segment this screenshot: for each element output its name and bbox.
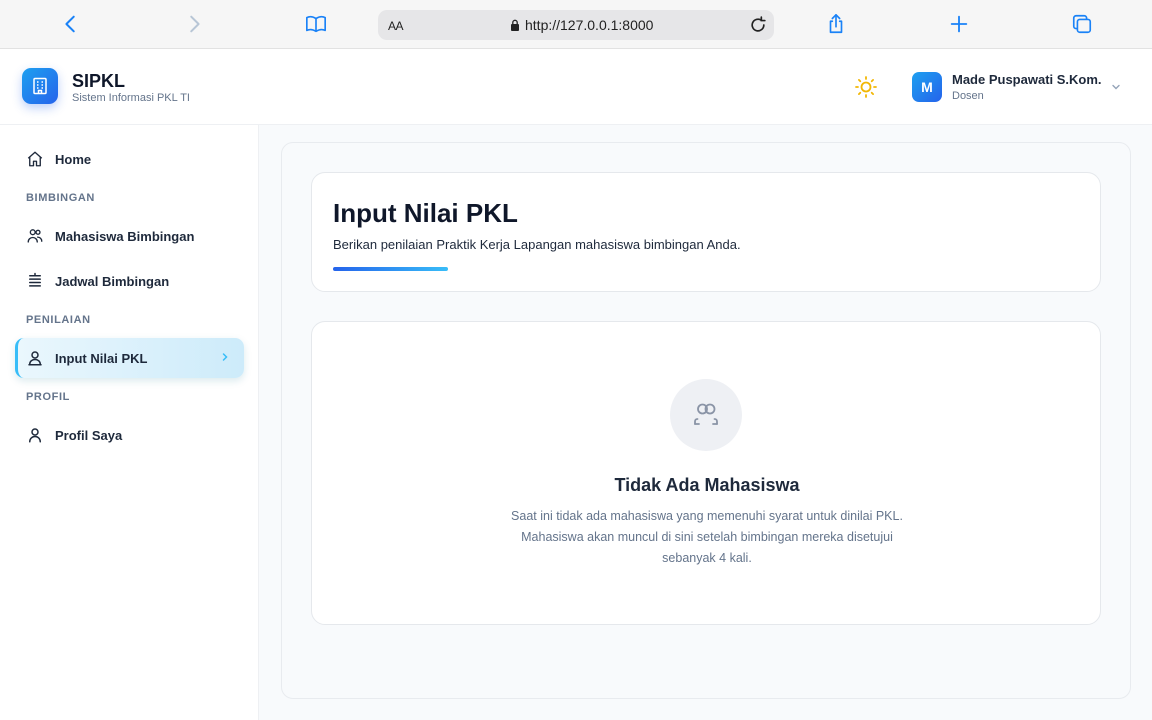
user-avatar[interactable]: M (912, 72, 942, 102)
page-subtitle: Berikan penilaian Praktik Kerja Lapangan… (333, 237, 741, 252)
users-icon (27, 229, 43, 243)
app-header: SIPKL Sistem Informasi PKL TI M Made Pus… (0, 49, 1152, 125)
page-title: Input Nilai PKL (333, 198, 518, 228)
title-card: Input Nilai PKL Berikan penilaian Prakti… (311, 172, 1101, 292)
title-accent-bar (333, 267, 448, 271)
forward-icon[interactable] (182, 12, 206, 36)
user-name[interactable]: Made Puspawati S.Kom. (952, 72, 1102, 87)
empty-state-description: Saat ini tidak ada mahasiswa yang memenu… (511, 509, 903, 565)
sidebar-item-label: Home (55, 151, 92, 167)
reload-icon[interactable] (748, 15, 768, 35)
new-tab-icon[interactable] (947, 12, 971, 36)
reader-aa-button[interactable]: AA (388, 19, 404, 33)
sidebar-item-home[interactable]: Home (15, 139, 244, 179)
section-penilaian: PENILAIAN (26, 314, 91, 326)
sidebar-item-jadwal-bimbingan[interactable]: Jadwal Bimbingan (15, 261, 244, 301)
list-icon (29, 272, 41, 287)
user-icon (29, 428, 41, 443)
back-icon[interactable] (59, 12, 83, 36)
sun-icon[interactable] (854, 75, 878, 99)
sidebar-item-label: Mahasiswa Bimbingan (55, 228, 195, 244)
sidebar-item-profil-saya[interactable]: Profil Saya (15, 415, 244, 455)
sidebar-item-label: Input Nilai PKL (55, 350, 148, 366)
address-bar[interactable]: AA http://127.0.0.1:8000 (378, 10, 774, 40)
bookmarks-icon[interactable] (304, 12, 328, 36)
sidebar-item-label: Jadwal Bimbingan (55, 273, 170, 289)
home-icon (27, 151, 43, 167)
empty-state-title: Tidak Ada Mahasiswa (614, 475, 800, 495)
browser-toolbar: AA http://127.0.0.1:8000 (0, 0, 1152, 49)
section-profil: PROFIL (26, 391, 70, 403)
brand-title[interactable]: SIPKL (72, 71, 125, 92)
sidebar: Home BIMBINGAN Mahasiswa Bimbingan Jadwa… (0, 125, 259, 720)
share-icon[interactable] (824, 12, 848, 36)
sidebar-item-input-nilai-pkl[interactable]: Input Nilai PKL (15, 338, 244, 378)
url-text[interactable]: http://127.0.0.1:8000 (510, 17, 653, 33)
empty-state-card: Tidak Ada Mahasiswa Saat ini tidak ada m… (311, 321, 1101, 625)
chevron-right-icon (222, 353, 228, 361)
user-badge-icon (28, 351, 42, 366)
tabs-icon[interactable] (1070, 12, 1094, 36)
brand-subtitle: Sistem Informasi PKL TI (72, 92, 190, 104)
sidebar-item-mahasiswa-bimbingan[interactable]: Mahasiswa Bimbingan (15, 216, 244, 256)
chevron-down-icon[interactable] (1110, 81, 1122, 93)
user-role: Dosen (952, 90, 984, 102)
sidebar-item-label: Profil Saya (55, 427, 123, 443)
lock-icon (511, 19, 519, 31)
url-value: http://127.0.0.1:8000 (525, 17, 654, 33)
logo-icon[interactable] (22, 68, 58, 104)
users-empty-icon (670, 379, 742, 451)
section-bimbingan: BIMBINGAN (26, 192, 95, 204)
